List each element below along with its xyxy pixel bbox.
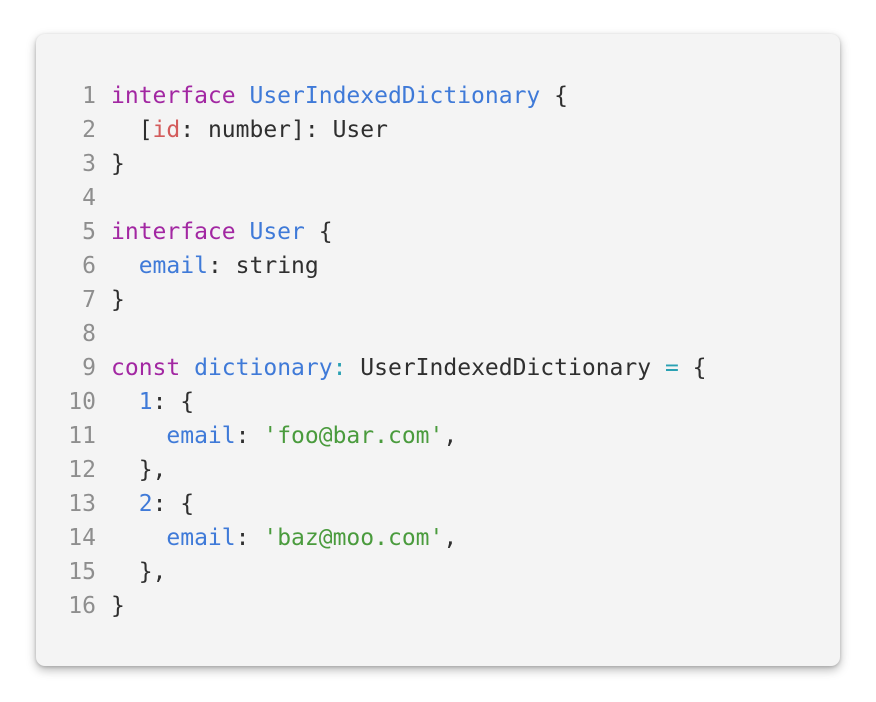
code-token: : { [152, 389, 195, 415]
line-number: 3 [82, 151, 96, 177]
code-token: dictionary [194, 355, 333, 381]
code-line-text: const dictionary: UserIndexedDictionary … [111, 351, 707, 385]
code-token: } [111, 287, 125, 313]
code-token: = [664, 355, 679, 381]
code-line-text: email: 'baz@moo.com', [111, 521, 457, 555]
code-line-text: email: string [111, 249, 319, 283]
code-line-text: 1: { [111, 385, 194, 419]
code-token: const [111, 355, 181, 381]
code-token: }, [111, 457, 167, 483]
code-line-text: } [111, 589, 125, 623]
line-number: 6 [82, 253, 96, 279]
code-token: { [304, 219, 333, 245]
code-line: 11 email: 'foo@bar.com', [36, 419, 840, 453]
code-line: 3} [36, 147, 840, 181]
code-token: email [138, 253, 208, 279]
code-line-text: interface UserIndexedDictionary { [111, 79, 568, 113]
line-number: 5 [82, 219, 96, 245]
line-number: 11 [68, 423, 96, 449]
code-token: 'baz@moo.com' [263, 525, 444, 551]
code-line-text: }, [111, 453, 167, 487]
code-token: [ [111, 117, 153, 143]
code-line: 5 interface User { [36, 215, 840, 249]
line-number: 13 [68, 491, 96, 517]
code-token: , [443, 423, 458, 449]
code-line: 15 }, [36, 555, 840, 589]
code-line-text: interface User { [111, 215, 333, 249]
code-token: : { [152, 491, 195, 517]
code-line: 6 email: string [36, 249, 840, 283]
code-line: 14 email: 'baz@moo.com', [36, 521, 840, 555]
code-line-text: [id: number]: User [111, 113, 388, 147]
code-token: UserIndexedDictionary [360, 355, 652, 381]
code-token: UserIndexedDictionary [249, 83, 541, 109]
code-token: : [235, 525, 264, 551]
code-line: 13 2: { [36, 487, 840, 521]
code-line-text: 2: { [111, 487, 194, 521]
code-line: 16} [36, 589, 840, 623]
code-token: { [678, 355, 707, 381]
line-number: 14 [68, 525, 96, 551]
line-number: 9 [82, 355, 96, 381]
code-line-text: }, [111, 555, 167, 589]
code-line-text: email: 'foo@bar.com', [111, 419, 457, 453]
code-token: : number]: User [180, 117, 388, 143]
line-number: 15 [68, 559, 96, 585]
code-line-text: } [111, 283, 125, 317]
code-token: }, [111, 559, 167, 585]
code-token: : [332, 355, 361, 381]
code-token: 'foo@bar.com' [263, 423, 444, 449]
line-number: 1 [82, 83, 96, 109]
code-line: 2 [id: number]: User [36, 113, 840, 147]
code-block: 1 interface UserIndexedDictionary {2 [id:… [36, 79, 840, 623]
code-line: 1 interface UserIndexedDictionary { [36, 79, 840, 113]
line-number: 16 [68, 593, 96, 619]
line-number: 12 [68, 457, 96, 483]
code-line: 9 const dictionary: UserIndexedDictionary… [36, 351, 840, 385]
code-token: 2 [138, 491, 153, 517]
line-number: 8 [82, 321, 96, 347]
code-line: 4 [36, 181, 840, 215]
code-token: interface [111, 83, 236, 109]
line-number: 10 [68, 389, 96, 415]
code-token: : string [207, 253, 319, 279]
code-token: id [152, 117, 181, 143]
code-token: interface [111, 219, 236, 245]
line-number: 2 [82, 117, 96, 143]
code-token: { [540, 83, 568, 109]
code-line: 12 }, [36, 453, 840, 487]
code-token: email [166, 423, 236, 449]
code-snippet-card: 1 interface UserIndexedDictionary {2 [id:… [36, 34, 840, 666]
code-line-text: } [111, 147, 125, 181]
code-line: 8 [36, 317, 840, 351]
code-token: : [235, 423, 264, 449]
line-number: 7 [82, 287, 96, 313]
code-token: User [249, 219, 305, 245]
code-line: 7} [36, 283, 840, 317]
code-token: } [111, 593, 125, 619]
code-token: 1 [138, 389, 153, 415]
line-number: 4 [82, 185, 96, 211]
code-token: , [443, 525, 458, 551]
code-token: email [166, 525, 236, 551]
code-token: } [111, 151, 125, 177]
code-line: 10 1: { [36, 385, 840, 419]
